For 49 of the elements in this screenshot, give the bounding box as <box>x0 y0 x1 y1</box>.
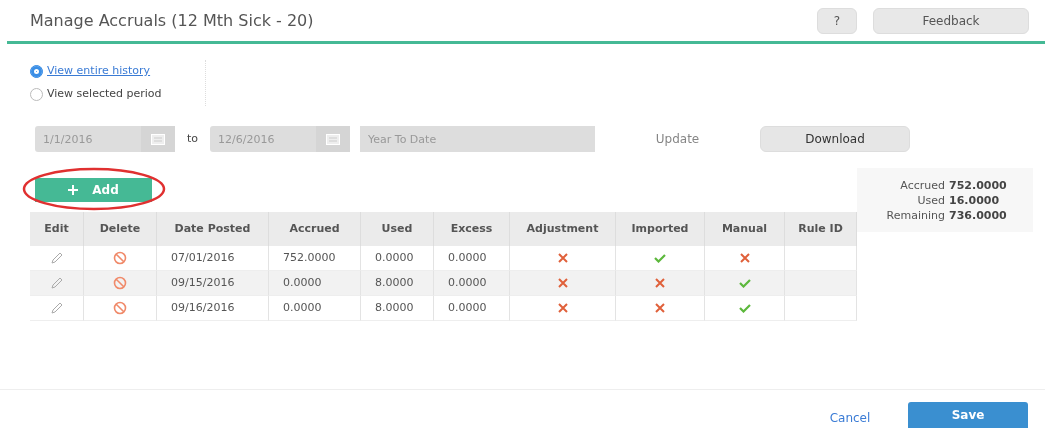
radio-button[interactable] <box>30 88 43 101</box>
column-header: Imported <box>616 212 705 246</box>
table-cell: 0.0000 <box>434 271 510 296</box>
pencil-icon <box>49 276 64 290</box>
pencil-icon <box>49 251 64 265</box>
prohibited-icon <box>113 251 127 265</box>
column-header: Date Posted <box>157 212 269 246</box>
pencil-icon <box>49 301 64 315</box>
table-cell: 0.0000 <box>269 271 361 296</box>
column-header: Accrued <box>269 212 361 246</box>
edit-button[interactable] <box>30 271 84 296</box>
calendar-icon <box>151 133 165 145</box>
summary-value: 736.0000 <box>949 208 1008 223</box>
to-label: to <box>185 130 199 147</box>
add-button[interactable]: Add <box>35 178 152 202</box>
summary-value: 16.0000 <box>949 193 1001 208</box>
radio-label[interactable]: View entire history <box>47 63 151 80</box>
delete-button[interactable] <box>84 296 157 321</box>
column-header: Rule ID <box>785 212 857 246</box>
save-button[interactable]: Save <box>908 402 1028 428</box>
summary-label: Accrued <box>899 178 945 193</box>
table-cell: 8.0000 <box>361 296 434 321</box>
summary-value: 752.0000 <box>949 178 1008 193</box>
table-cell: 09/16/2016 <box>157 296 269 321</box>
column-header: Edit <box>30 212 84 246</box>
prohibited-icon <box>113 301 127 315</box>
radio-label[interactable]: View selected period <box>47 86 162 103</box>
column-header: Excess <box>434 212 510 246</box>
delete-button[interactable] <box>84 271 157 296</box>
column-header: Delete <box>84 212 157 246</box>
edit-button[interactable] <box>30 296 84 321</box>
help-button[interactable]: ? <box>817 7 857 34</box>
table-cell: 09/15/2016 <box>157 271 269 296</box>
column-header: Adjustment <box>510 212 616 246</box>
summary-label: Used <box>916 193 945 208</box>
window-title: Manage Accruals (12 Mth Sick - 20) <box>30 9 315 32</box>
table-cell: 0.0000 <box>269 296 361 321</box>
prohibited-icon <box>113 276 127 290</box>
calendar-icon <box>326 133 340 145</box>
table-cell: 0.0000 <box>434 296 510 321</box>
radio-button[interactable] <box>30 65 43 78</box>
table-cell: 8.0000 <box>361 271 434 296</box>
column-header: Manual <box>705 212 785 246</box>
download-button[interactable]: Download <box>760 126 910 152</box>
plus-icon <box>68 185 79 195</box>
cancel-link[interactable]: Cancel <box>800 409 900 427</box>
summary-label: Remaining <box>885 208 945 223</box>
feedback-button[interactable]: Feedback <box>873 7 1029 34</box>
column-header: Used <box>361 212 434 246</box>
